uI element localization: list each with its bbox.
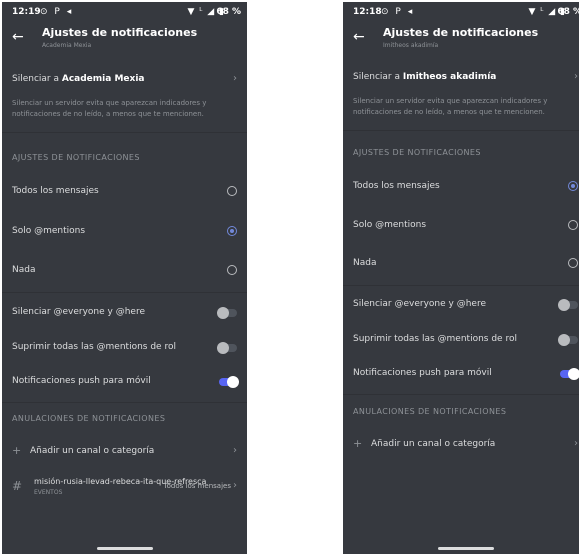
option-only-mentions[interactable]: Solo @mentions xyxy=(343,220,579,236)
section-title-notification-settings: AJUSTES DE NOTIFICACIONES xyxy=(12,153,140,162)
toggle-row-suppress-roles[interactable]: Suprimir todas las @mentions de rol xyxy=(2,342,247,358)
add-channel-row[interactable]: + Añadir un canal o categoría › xyxy=(343,437,579,455)
toggle-knob xyxy=(227,376,239,388)
plus-icon: + xyxy=(353,437,363,450)
phone-screen-right: 12:18 ⊙ P ◂ ▼ ᴸ ◢ ▮ 68 % ← Ajustes de no… xyxy=(343,2,579,554)
battery-level: 68 % xyxy=(216,7,241,17)
back-arrow-icon[interactable]: ← xyxy=(353,29,365,45)
radio-only-mentions[interactable] xyxy=(568,220,578,230)
toggle-label: Notificaciones push para móvil xyxy=(353,368,492,378)
notification-icons: ⊙ P ◂ xyxy=(381,7,415,17)
divider xyxy=(343,130,579,131)
mute-server-row[interactable]: Silenciar a Academia Mexia › xyxy=(2,73,247,90)
option-all-messages[interactable]: Todos los mensajes xyxy=(343,181,579,197)
radio-all-messages[interactable] xyxy=(227,186,237,196)
mute-server-label: Silenciar a Academia Mexia xyxy=(12,74,145,84)
option-label: Todos los mensajes xyxy=(12,186,99,196)
toggle-row-suppress-everyone[interactable]: Silenciar @everyone y @here xyxy=(2,307,247,323)
status-time: 12:19 xyxy=(12,7,41,17)
page-title: Ajustes de notificaciones xyxy=(383,26,539,39)
option-all-messages[interactable]: Todos los mensajes xyxy=(2,186,247,202)
mute-description: Silenciar un servidor evita que aparezca… xyxy=(353,97,548,116)
battery-level: 68 % xyxy=(557,7,579,17)
chevron-right-icon: › xyxy=(574,438,578,449)
divider xyxy=(343,394,579,395)
header: ← Ajustes de notificaciones Imitheos aka… xyxy=(343,24,579,54)
option-label: Solo @mentions xyxy=(353,220,427,230)
toggle-label: Notificaciones push para móvil xyxy=(12,376,151,386)
toggle-suppress-everyone[interactable] xyxy=(558,299,578,311)
page-subtitle: Imitheos akadimía xyxy=(383,42,439,49)
toggle-suppress-everyone[interactable] xyxy=(217,307,237,319)
mute-description: Silenciar un servidor evita que aparezca… xyxy=(12,99,207,118)
option-label: Solo @mentions xyxy=(12,226,86,236)
toggle-knob xyxy=(217,342,229,354)
home-indicator[interactable] xyxy=(96,547,153,550)
add-channel-label: Añadir un canal o categoría xyxy=(371,439,496,449)
radio-nothing[interactable] xyxy=(568,258,578,268)
section-title-overrides: ANULACIONES DE NOTIFICACIONES xyxy=(353,407,507,416)
notification-icons: ⊙ P ◂ xyxy=(40,7,74,17)
divider xyxy=(2,132,247,133)
page-subtitle: Academia Mexia xyxy=(42,42,92,49)
toggle-row-mobile-push[interactable]: Notificaciones push para móvil xyxy=(343,368,579,384)
toggle-label: Suprimir todas las @mentions de rol xyxy=(353,334,517,344)
toggle-knob xyxy=(217,307,229,319)
home-indicator[interactable] xyxy=(437,547,494,550)
channel-category: EVENTOS xyxy=(34,489,63,496)
toggle-suppress-roles[interactable] xyxy=(558,334,578,346)
radio-all-messages[interactable] xyxy=(568,181,578,191)
toggle-knob xyxy=(558,299,570,311)
toggle-mobile-push[interactable] xyxy=(560,368,579,380)
add-channel-label: Añadir un canal o categoría xyxy=(30,446,155,456)
section-title-overrides: ANULACIONES DE NOTIFICACIONES xyxy=(12,414,166,423)
toggle-label: Silenciar @everyone y @here xyxy=(12,307,145,317)
section-title-notification-settings: AJUSTES DE NOTIFICACIONES xyxy=(353,148,481,157)
chevron-right-icon: › xyxy=(233,480,237,491)
hashtag-icon: # xyxy=(12,479,23,493)
page-title: Ajustes de notificaciones xyxy=(42,26,198,39)
toggle-row-suppress-everyone[interactable]: Silenciar @everyone y @here xyxy=(343,299,579,315)
divider xyxy=(343,285,579,286)
option-label: Nada xyxy=(353,258,377,268)
toggle-mobile-push[interactable] xyxy=(219,376,239,388)
option-only-mentions[interactable]: Solo @mentions xyxy=(2,226,247,242)
option-nothing[interactable]: Nada xyxy=(2,265,247,281)
plus-icon: + xyxy=(12,444,22,457)
status-bar: 12:18 ⊙ P ◂ ▼ ᴸ ◢ ▮ 68 % xyxy=(343,2,579,22)
phone-screen-left: 12:19 ⊙ P ◂ ▼ ᴸ ◢ ▮ 68 % ← Ajustes de no… xyxy=(2,2,247,554)
divider xyxy=(2,402,247,403)
toggle-label: Suprimir todas las @mentions de rol xyxy=(12,342,176,352)
divider xyxy=(2,292,247,293)
chevron-right-icon: › xyxy=(574,71,578,82)
toggle-row-mobile-push[interactable]: Notificaciones push para móvil xyxy=(2,376,247,392)
toggle-row-suppress-roles[interactable]: Suprimir todas las @mentions de rol xyxy=(343,334,579,350)
status-time: 12:18 xyxy=(353,7,382,17)
mute-server-row[interactable]: Silenciar a Imitheos akadimía › xyxy=(343,71,579,88)
chevron-right-icon: › xyxy=(233,445,237,456)
header: ← Ajustes de notificaciones Academia Mex… xyxy=(2,24,247,54)
add-channel-row[interactable]: + Añadir un canal o categoría › xyxy=(2,444,247,462)
back-arrow-icon[interactable]: ← xyxy=(12,29,24,45)
override-channel-row[interactable]: # misión-rusia-llevad-rebeca-ita-que-ref… xyxy=(2,477,247,503)
option-nothing[interactable]: Nada xyxy=(343,258,579,274)
toggle-knob xyxy=(558,334,570,346)
option-label: Todos los mensajes xyxy=(353,181,440,191)
toggle-knob xyxy=(568,368,579,380)
radio-nothing[interactable] xyxy=(227,265,237,275)
radio-only-mentions[interactable] xyxy=(227,226,237,236)
toggle-suppress-roles[interactable] xyxy=(217,342,237,354)
option-label: Nada xyxy=(12,265,36,275)
channel-override-value: Todos los mensajes xyxy=(163,482,231,490)
chevron-right-icon: › xyxy=(233,73,237,84)
status-bar: 12:19 ⊙ P ◂ ▼ ᴸ ◢ ▮ 68 % xyxy=(2,2,247,22)
mute-server-label: Silenciar a Imitheos akadimía xyxy=(353,72,497,82)
toggle-label: Silenciar @everyone y @here xyxy=(353,299,486,309)
